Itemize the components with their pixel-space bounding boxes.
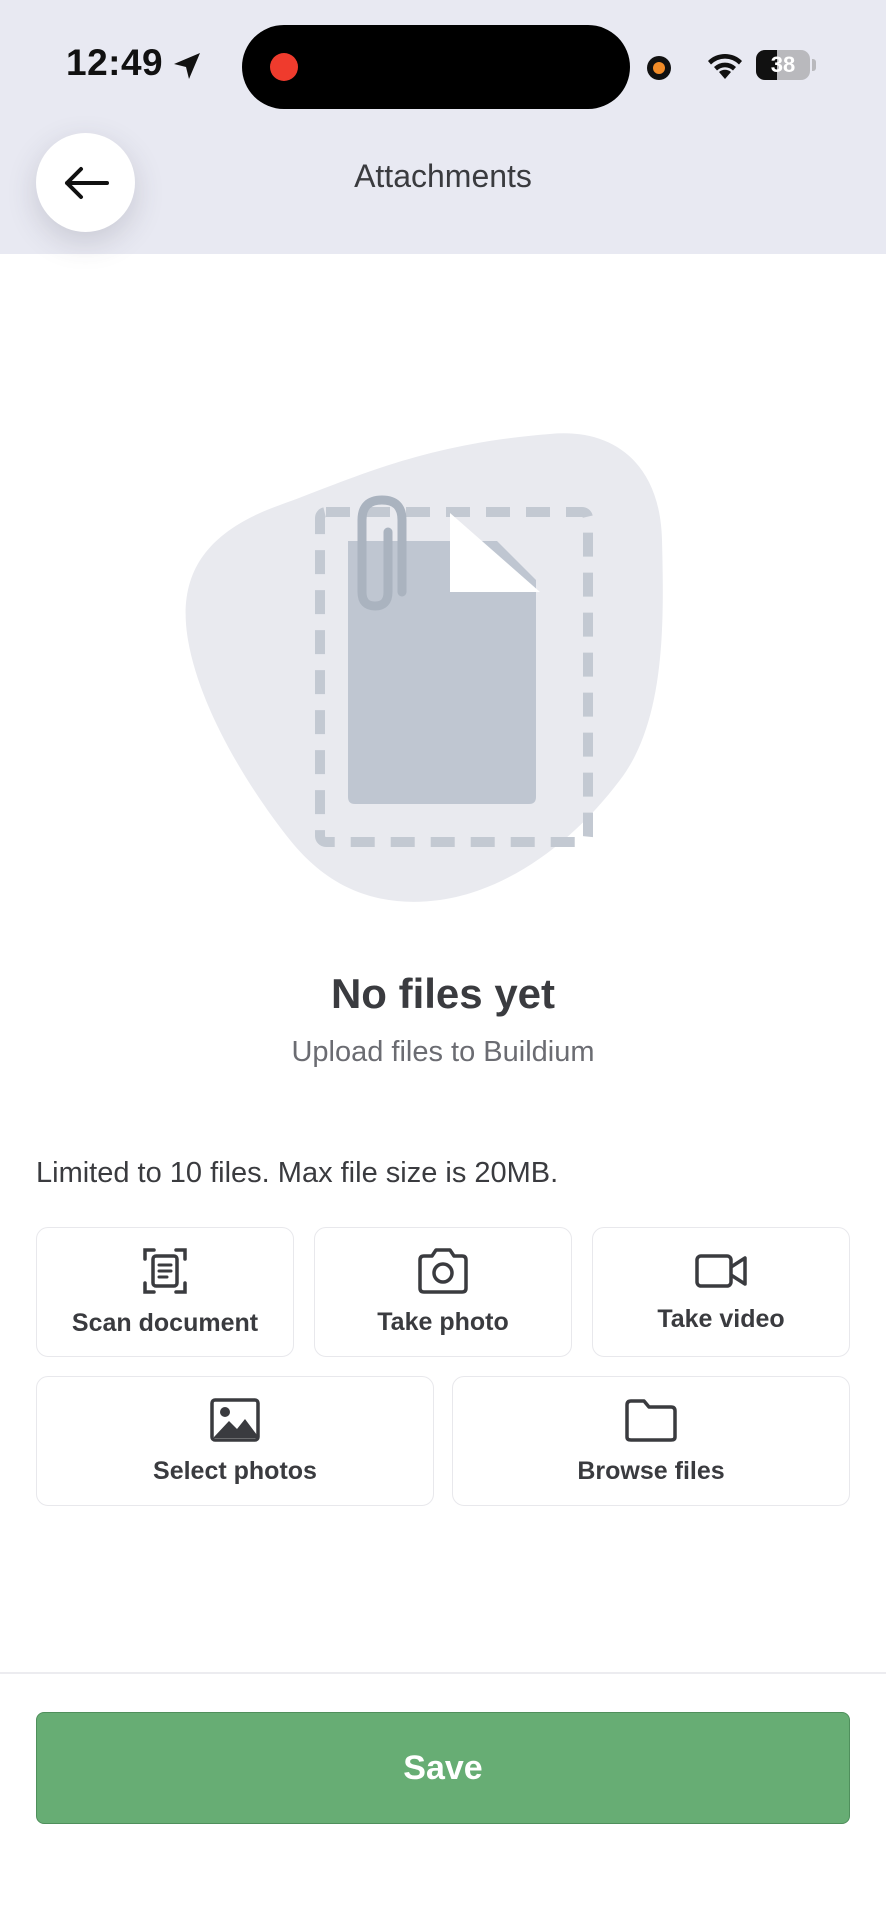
scan-document-label: Scan document: [71, 1308, 259, 1337]
scan-document-button[interactable]: Scan document: [36, 1227, 294, 1357]
recording-indicator-icon: [270, 53, 298, 81]
folder-icon: [625, 1398, 677, 1442]
image-icon: [210, 1397, 260, 1442]
battery-icon: 38: [756, 50, 810, 80]
footer-divider: [0, 1672, 886, 1674]
take-photo-button[interactable]: Take photo: [314, 1227, 572, 1357]
take-video-button[interactable]: Take video: [592, 1227, 850, 1357]
take-video-label: Take video: [657, 1304, 785, 1333]
attachments-screen: 12:49 38 Attachments No files yet Upload…: [0, 0, 886, 1920]
page-title: Attachments: [354, 158, 532, 194]
browse-files-label: Browse files: [577, 1456, 725, 1485]
wifi-icon: [708, 53, 742, 79]
location-arrow-icon: [174, 53, 200, 79]
select-photos-label: Select photos: [153, 1456, 317, 1485]
take-photo-label: Take photo: [377, 1307, 509, 1336]
battery-level: 38: [770, 52, 796, 77]
scan-document-icon: [143, 1247, 187, 1294]
status-time: 12:49: [66, 42, 164, 83]
save-button[interactable]: Save: [36, 1712, 850, 1824]
header: 12:49 38 Attachments: [0, 0, 886, 254]
select-photos-button[interactable]: Select photos: [36, 1376, 434, 1506]
empty-state-subtitle: Upload files to Buildium: [291, 1036, 595, 1068]
file-limit-text: Limited to 10 files. Max file size is 20…: [36, 1157, 559, 1189]
camera-in-use-indicator-icon: [647, 56, 671, 80]
battery-tip: [812, 59, 816, 71]
empty-state-title: No files yet: [330, 970, 556, 1017]
dynamic-island: [242, 25, 630, 109]
camera-icon: [418, 1247, 468, 1294]
browse-files-button[interactable]: Browse files: [452, 1376, 850, 1506]
video-camera-icon: [695, 1253, 747, 1288]
document-with-paperclip-illustration: [185, 433, 663, 902]
